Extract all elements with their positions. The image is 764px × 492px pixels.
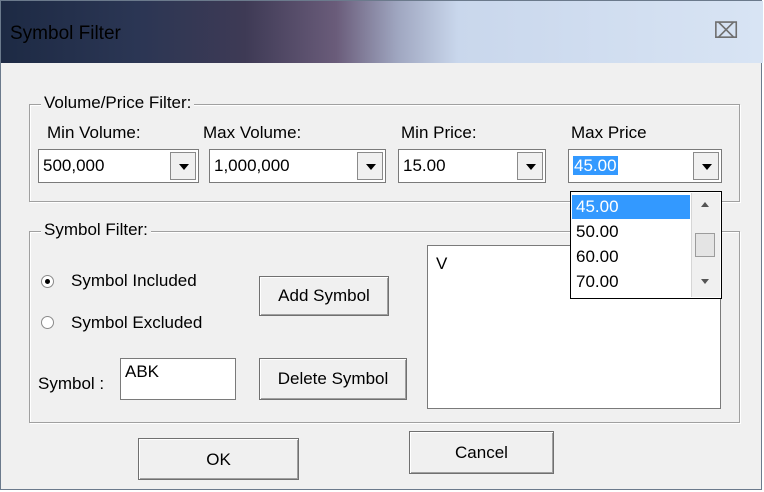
symbol-excluded-radio[interactable]: [41, 316, 54, 329]
symbol-input[interactable]: ABK: [120, 358, 236, 400]
min-volume-label: Min Volume:: [47, 123, 141, 142]
cancel-label: Cancel: [455, 443, 508, 462]
symbol-excluded-label[interactable]: Symbol Excluded: [71, 313, 202, 333]
max-price-select[interactable]: 45.00: [568, 149, 722, 183]
max-volume-select[interactable]: 1,000,000: [209, 149, 386, 183]
list-item[interactable]: 45.00: [572, 195, 690, 219]
chevron-down-icon[interactable]: [693, 152, 719, 180]
list-item[interactable]: 70.00: [572, 270, 690, 294]
ok-button[interactable]: OK: [138, 438, 299, 480]
ok-label: OK: [206, 450, 231, 469]
max-price-value: 45.00: [573, 156, 618, 175]
list-item[interactable]: V: [436, 254, 447, 274]
chevron-down-icon[interactable]: [357, 152, 383, 180]
chevron-down-icon[interactable]: [170, 152, 196, 180]
scroll-down-icon[interactable]: [701, 279, 709, 284]
min-volume-value: 500,000: [43, 156, 105, 175]
add-symbol-button[interactable]: Add Symbol: [259, 276, 389, 316]
scroll-up-icon[interactable]: [701, 202, 709, 207]
min-price-value: 15.00: [403, 156, 446, 175]
add-symbol-label: Add Symbol: [278, 286, 370, 305]
volume-price-legend: Volume/Price Filter:: [41, 93, 195, 113]
min-price-label: Min Price:: [401, 123, 477, 142]
max-volume-label: Max Volume:: [203, 123, 302, 142]
min-price-select[interactable]: 15.00: [398, 149, 546, 183]
symbol-filter-dialog: Symbol Filter ⌧ Volume/Price Filter: Min…: [0, 0, 763, 490]
cancel-button[interactable]: Cancel: [409, 431, 554, 474]
close-icon[interactable]: ⌧: [704, 15, 748, 47]
delete-symbol-button[interactable]: Delete Symbol: [259, 358, 407, 400]
list-item[interactable]: 60.00: [572, 245, 690, 269]
max-price-label: Max Price: [571, 123, 647, 142]
title-bar[interactable]: Symbol Filter ⌧: [1, 1, 763, 63]
symbol-included-label[interactable]: Symbol Included: [71, 271, 197, 291]
max-price-dropdown[interactable]: 45.00 50.00 60.00 70.00: [570, 191, 722, 299]
delete-symbol-label: Delete Symbol: [277, 369, 389, 388]
max-volume-value: 1,000,000: [214, 156, 290, 175]
chevron-down-icon[interactable]: [517, 152, 543, 180]
symbol-included-radio[interactable]: [41, 275, 54, 288]
window-title: Symbol Filter: [10, 23, 121, 44]
min-volume-select[interactable]: 500,000: [38, 149, 199, 183]
list-item[interactable]: 50.00: [572, 220, 690, 244]
scroll-thumb[interactable]: [695, 233, 715, 257]
symbol-filter-legend: Symbol Filter:: [41, 220, 151, 240]
symbol-input-value: ABK: [125, 362, 160, 381]
dropdown-scrollbar[interactable]: [691, 193, 720, 297]
symbol-label: Symbol :: [38, 374, 105, 393]
